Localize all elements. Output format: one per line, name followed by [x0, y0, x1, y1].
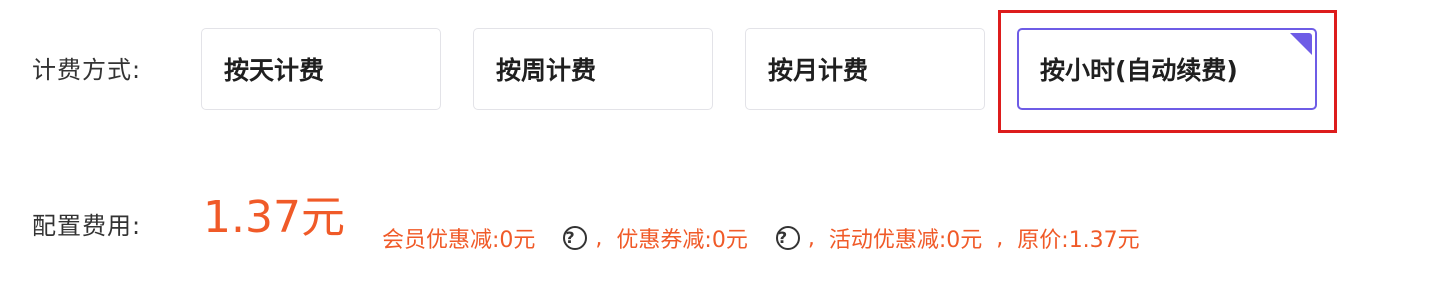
original-price-value: 1.37元 — [1068, 228, 1140, 253]
activity-discount-value: 0元 — [946, 228, 983, 253]
billing-option-monthly[interactable]: 按月计费 — [745, 28, 985, 110]
config-fee-label: 配置费用: — [32, 212, 142, 240]
billing-method-label: 计费方式: — [32, 56, 142, 84]
annotation-highlight-box — [998, 10, 1337, 133]
billing-option-label: 按月计费 — [768, 56, 869, 85]
member-discount-value: 0元 — [499, 228, 536, 253]
question-circle-icon[interactable]: ? — [563, 226, 588, 250]
member-discount-label: 会员优惠减: — [382, 228, 500, 253]
coupon-discount-value: 0元 — [711, 228, 748, 253]
total-price: 1.37元 — [203, 192, 345, 243]
original-price-label: 原价: — [1017, 228, 1069, 253]
question-circle-icon[interactable]: ? — [775, 226, 800, 250]
billing-option-daily[interactable]: 按天计费 — [201, 28, 441, 110]
activity-discount-label: 活动优惠减: — [828, 228, 947, 253]
billing-option-weekly[interactable]: 按周计费 — [473, 28, 713, 110]
billing-option-label: 按天计费 — [224, 56, 325, 85]
billing-option-label: 按周计费 — [496, 56, 597, 85]
separator: , — [996, 225, 1004, 251]
price-breakdown: 会员优惠减: 0元 ? , 优惠券减: 0元 ? , 活动优惠减: 0元 , 原… — [382, 222, 1140, 254]
coupon-discount-label: 优惠券减: — [616, 228, 712, 253]
separator: , — [595, 225, 603, 251]
separator: , — [807, 225, 815, 251]
